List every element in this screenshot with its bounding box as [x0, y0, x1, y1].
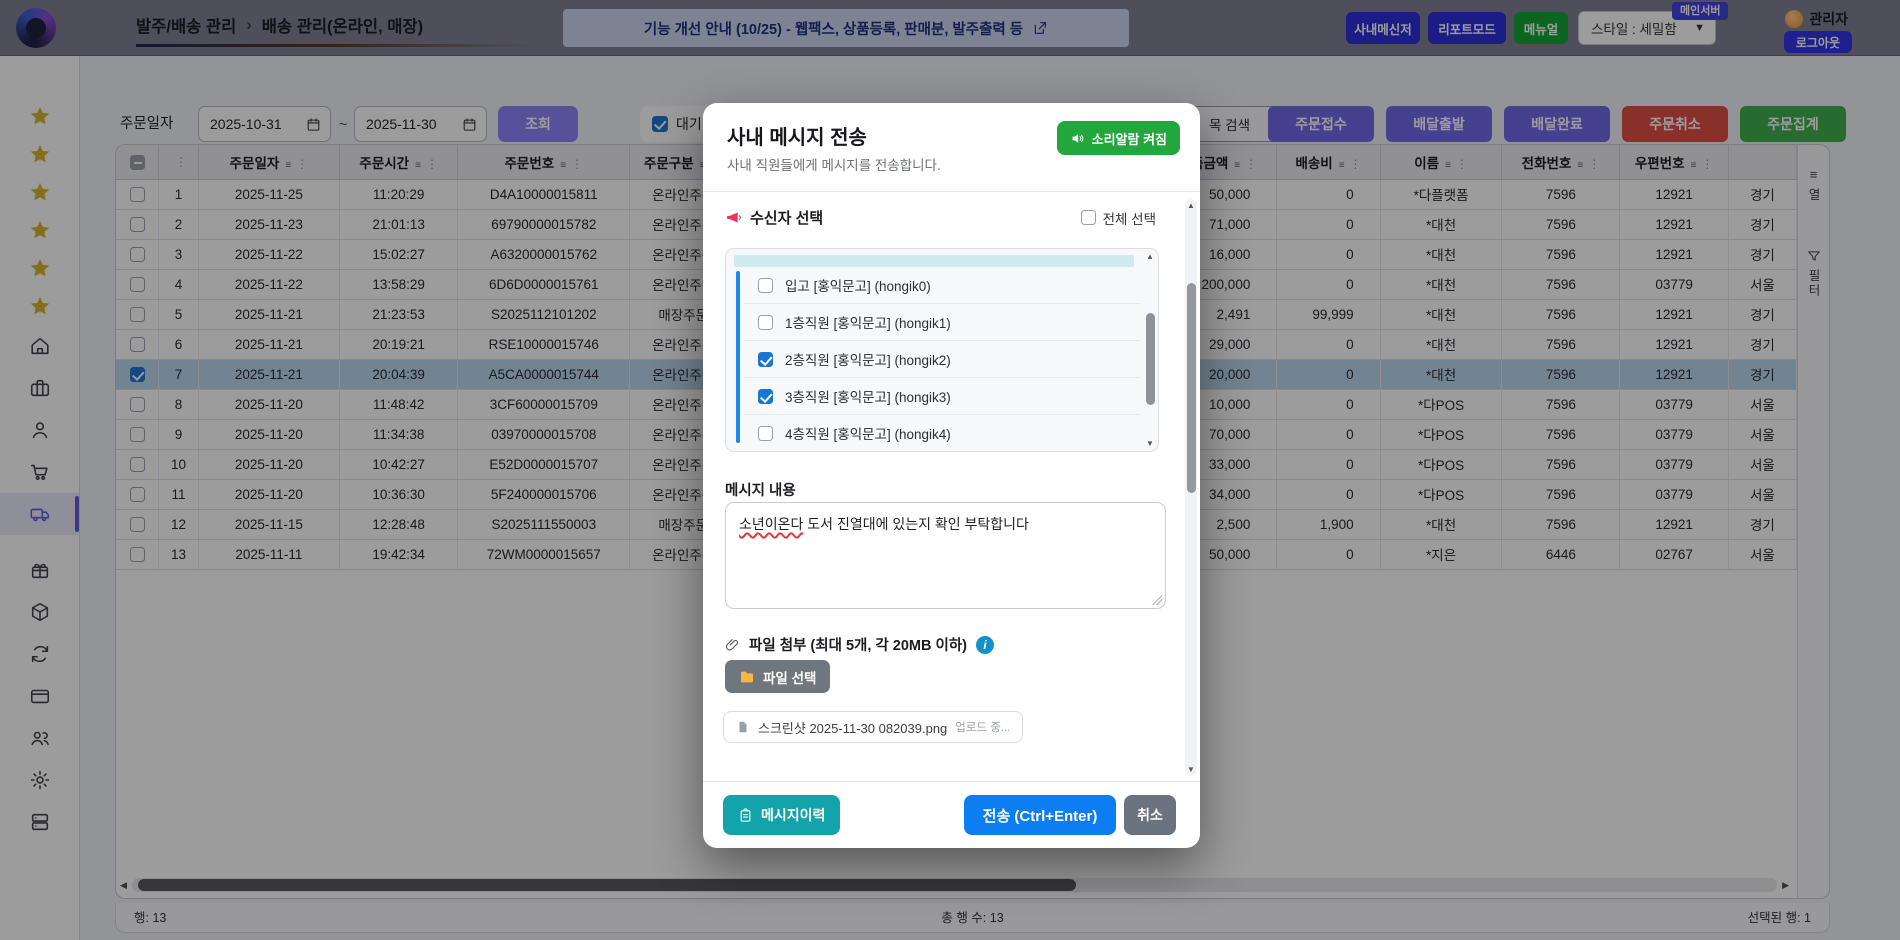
modal-scrollbar: ▲ ▼: [1185, 199, 1197, 776]
attach-label: 파일 첨부 (최대 5개, 각 20MB 이하): [749, 634, 967, 655]
recipient-checkbox[interactable]: [758, 315, 773, 330]
message-text-misspelled: 소년이온다: [739, 516, 803, 532]
message-history-button[interactable]: 메시지이력: [723, 795, 840, 835]
clipboard-icon: [738, 808, 753, 823]
recipients-scrollbar-thumb[interactable]: [1146, 313, 1155, 405]
recipient-label: 2층직원 [홍익문고] (hongik2): [785, 349, 951, 369]
attach-section-header: 파일 첨부 (최대 5개, 각 20MB 이하) i: [725, 634, 994, 655]
speaker-icon: [1070, 131, 1085, 146]
sound-alarm-label: 소리알람 켜짐: [1092, 129, 1167, 148]
file-select-button[interactable]: 파일 선택: [725, 660, 830, 693]
recipient-item[interactable]: 3층직원 [홍익문고] (hongik3): [744, 378, 1140, 415]
recipient-item[interactable]: 1층직원 [홍익문고] (hongik1): [744, 304, 1140, 341]
file-select-label: 파일 선택: [763, 667, 816, 687]
app-root: 발주/배송 관리 › 배송 관리(온라인, 매장) 기능 개선 안내 (10/2…: [0, 0, 1900, 940]
modal-subtitle: 사내 직원들에게 메시지를 전송합니다.: [727, 154, 941, 174]
recipients-list: 입고 [홍익문고] (hongik0) 1층직원 [홍익문고] (hongik1…: [725, 248, 1159, 452]
recipients-accent-bar: [736, 271, 740, 443]
cancel-button[interactable]: 취소: [1124, 795, 1176, 835]
message-textarea[interactable]: 소년이온다 도서 진열대에 있는지 확인 부탁합니다: [725, 502, 1166, 609]
scroll-up-arrow-icon[interactable]: ▲: [1185, 201, 1197, 210]
recipient-checkbox[interactable]: [758, 389, 773, 404]
modal-footer-divider: [703, 781, 1200, 782]
folder-icon: [739, 669, 755, 685]
recipient-checkbox[interactable]: [758, 278, 773, 293]
resize-grip-icon[interactable]: [1152, 595, 1162, 605]
recipient-label: 3층직원 [홍익문고] (hongik3): [785, 386, 951, 406]
megaphone-icon: [725, 209, 742, 226]
recipient-item[interactable]: 4층직원 [홍익문고] (hongik4): [744, 415, 1140, 452]
recipient-label: 1층직원 [홍익문고] (hongik1): [785, 312, 951, 332]
attached-file-name: 스크린샷 2025-11-30 082039.png: [758, 718, 947, 737]
file-icon: [736, 720, 750, 734]
recipient-item[interactable]: 2층직원 [홍익문고] (hongik2): [744, 341, 1140, 378]
message-text: 도서 진열대에 있는지 확인 부탁합니다: [803, 516, 1029, 532]
recipients-title: 수신자 선택: [750, 207, 823, 228]
select-all-label: 전체 선택: [1103, 208, 1156, 228]
select-all-row: 전체 선택: [1081, 208, 1156, 228]
recipients-items: 입고 [홍익문고] (hongik0) 1층직원 [홍익문고] (hongik1…: [744, 267, 1140, 452]
scroll-down-arrow-icon[interactable]: ▼: [1144, 439, 1156, 448]
recipients-scrolled-item-partial: [734, 255, 1134, 267]
modal-title: 사내 메시지 전송: [727, 121, 867, 150]
recipient-checkbox[interactable]: [758, 352, 773, 367]
recipients-title-row: 수신자 선택: [725, 207, 823, 228]
recipient-label: 4층직원 [홍익문고] (hongik4): [785, 423, 951, 443]
info-icon[interactable]: i: [976, 636, 994, 654]
sound-alarm-toggle[interactable]: 소리알람 켜짐: [1057, 121, 1180, 155]
scroll-up-arrow-icon[interactable]: ▲: [1144, 252, 1156, 261]
recipient-label: 입고 [홍익문고] (hongik0): [785, 275, 931, 295]
message-history-label: 메시지이력: [761, 805, 825, 825]
recipients-header: 수신자 선택 전체 선택: [725, 207, 1156, 228]
recipients-scrollbar: ▲ ▼: [1144, 251, 1156, 449]
recipient-checkbox[interactable]: [758, 426, 773, 441]
message-modal: 사내 메시지 전송 사내 직원들에게 메시지를 전송합니다. 소리알람 켜짐 수…: [703, 103, 1200, 848]
attached-file-status: 업로드 중...: [955, 719, 1010, 735]
modal-divider: [703, 191, 1200, 192]
scroll-down-arrow-icon[interactable]: ▼: [1185, 765, 1197, 774]
recipient-item[interactable]: 입고 [홍익문고] (hongik0): [744, 267, 1140, 304]
paperclip-icon: [725, 637, 740, 652]
select-all-checkbox[interactable]: [1081, 210, 1096, 225]
send-button[interactable]: 전송 (Ctrl+Enter): [964, 795, 1116, 835]
message-label: 메시지 내용: [725, 479, 796, 500]
modal-scrollbar-thumb[interactable]: [1187, 283, 1196, 493]
attached-file-chip[interactable]: 스크린샷 2025-11-30 082039.png 업로드 중...: [723, 711, 1023, 743]
